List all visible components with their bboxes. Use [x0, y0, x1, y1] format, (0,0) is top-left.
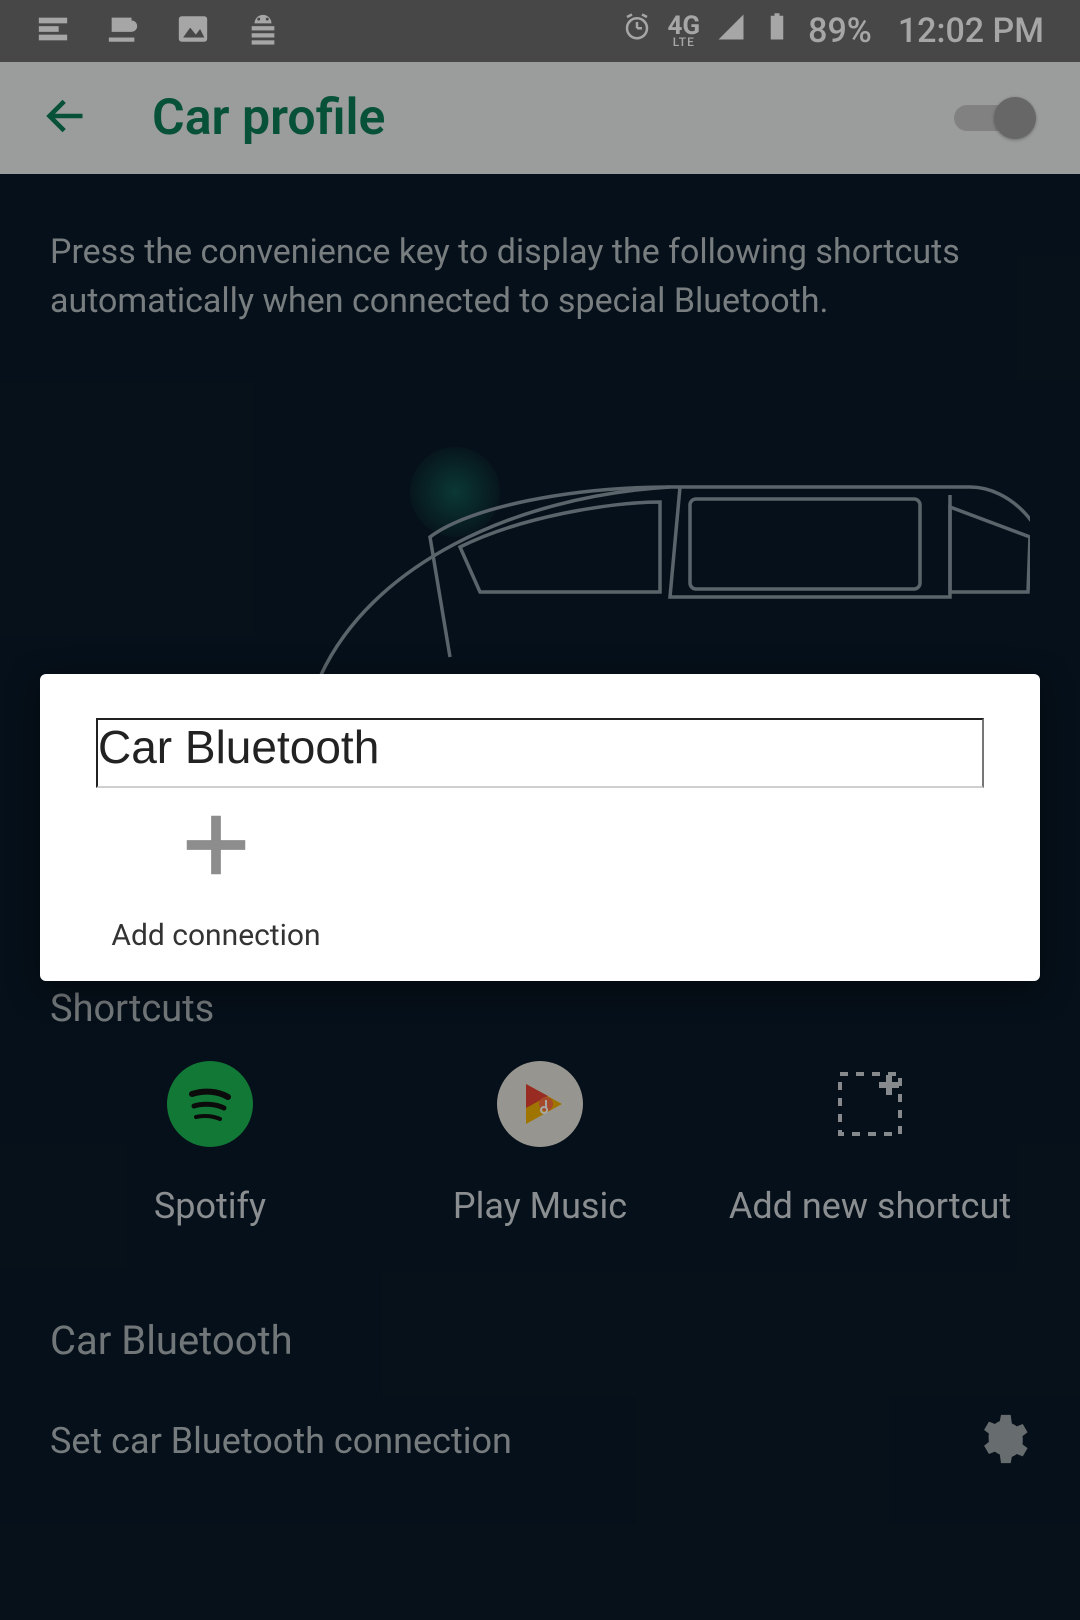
add-connection-button[interactable]: Add connection — [96, 806, 336, 953]
plus-icon — [177, 806, 255, 888]
car-bluetooth-dialog: Add connection — [40, 674, 1040, 981]
bluetooth-name-input[interactable] — [96, 718, 984, 788]
add-connection-label: Add connection — [111, 918, 320, 953]
